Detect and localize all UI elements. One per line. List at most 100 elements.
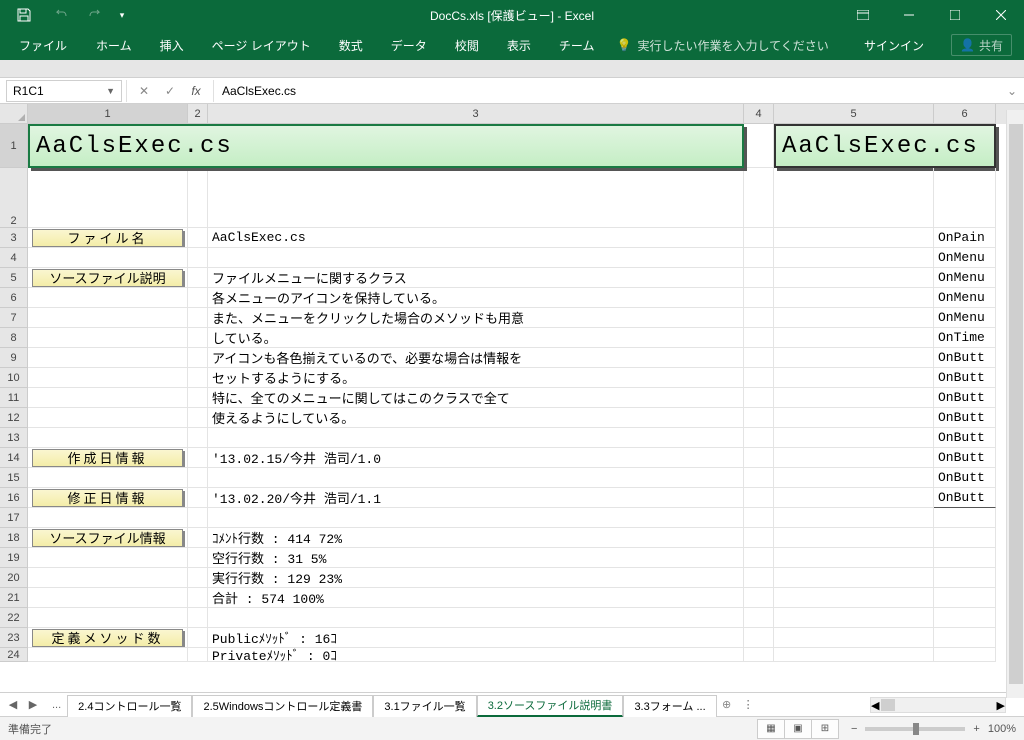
qat-customize-icon[interactable]: ▾ bbox=[114, 1, 130, 29]
cell-value[interactable]: AaClsExec.cs bbox=[208, 228, 744, 248]
select-all[interactable] bbox=[0, 104, 28, 124]
cell[interactable] bbox=[744, 528, 774, 548]
cell[interactable] bbox=[774, 508, 934, 528]
cell[interactable] bbox=[28, 348, 188, 368]
tab-overflow-left[interactable]: ... bbox=[46, 699, 67, 711]
scroll-thumb[interactable] bbox=[881, 699, 895, 711]
row-header[interactable]: 19 bbox=[0, 548, 28, 568]
cell[interactable] bbox=[188, 308, 208, 328]
sheet-tab[interactable]: 3.1ファイル一覧 bbox=[373, 695, 476, 717]
chevron-down-icon[interactable]: ▼ bbox=[106, 86, 115, 96]
cell-value[interactable]: '13.02.15/今井 浩司/1.0 bbox=[208, 448, 744, 468]
tab-insert[interactable]: 挿入 bbox=[146, 30, 198, 60]
cell[interactable] bbox=[774, 488, 934, 508]
cell[interactable] bbox=[744, 228, 774, 248]
cell-value[interactable]: 特に、全てのメニューに関してはこのクラスで全て bbox=[208, 388, 744, 408]
scroll-thumb[interactable] bbox=[1009, 124, 1023, 684]
cell[interactable] bbox=[28, 428, 188, 448]
cell[interactable] bbox=[28, 548, 188, 568]
cell-value[interactable]: Privateﾒｿｯﾄﾞ : 0ｺ bbox=[208, 648, 744, 662]
cell-value[interactable]: ｺﾒﾝﾄ行数 : 414 72% bbox=[208, 528, 744, 548]
col-header-6[interactable]: 6 bbox=[934, 104, 996, 124]
cell[interactable] bbox=[188, 408, 208, 428]
tab-file[interactable]: ファイル bbox=[4, 30, 82, 60]
cell[interactable] bbox=[188, 468, 208, 488]
cell-value[interactable]: 各メニューのアイコンを保持している。 bbox=[208, 288, 744, 308]
cell[interactable] bbox=[188, 608, 208, 628]
cell[interactable] bbox=[188, 528, 208, 548]
cell[interactable] bbox=[774, 228, 934, 248]
cell[interactable] bbox=[774, 348, 934, 368]
cell[interactable] bbox=[744, 508, 774, 528]
cell[interactable] bbox=[744, 628, 774, 648]
cell[interactable] bbox=[28, 408, 188, 428]
row-header[interactable]: 3 bbox=[0, 228, 28, 248]
cell[interactable] bbox=[188, 548, 208, 568]
cell[interactable] bbox=[188, 568, 208, 588]
zoom-thumb[interactable] bbox=[913, 723, 919, 735]
cell[interactable] bbox=[28, 308, 188, 328]
cell[interactable] bbox=[744, 588, 774, 608]
cell[interactable] bbox=[744, 488, 774, 508]
cell[interactable] bbox=[774, 548, 934, 568]
cell[interactable] bbox=[188, 288, 208, 308]
cell[interactable] bbox=[188, 248, 208, 268]
cell[interactable] bbox=[774, 308, 934, 328]
formula-input[interactable]: AaClsExec.cs bbox=[214, 80, 1000, 102]
row-header[interactable]: 5 bbox=[0, 268, 28, 288]
cell[interactable] bbox=[934, 528, 996, 548]
cell[interactable] bbox=[934, 568, 996, 588]
cell[interactable] bbox=[934, 648, 996, 662]
cell[interactable] bbox=[188, 488, 208, 508]
expand-formula-icon[interactable]: ⌄ bbox=[1000, 84, 1024, 98]
sheet-tab[interactable]: 3.3フォーム ... bbox=[623, 695, 716, 717]
cell[interactable]: OnMenu bbox=[934, 268, 996, 288]
tab-home[interactable]: ホーム bbox=[82, 30, 146, 60]
cell-label[interactable]: ソースファイル説明 bbox=[28, 268, 188, 288]
cell[interactable] bbox=[774, 248, 934, 268]
tab-next-icon[interactable]: ▶ bbox=[24, 698, 42, 711]
zoom-in-icon[interactable]: + bbox=[973, 723, 979, 735]
cell[interactable] bbox=[774, 608, 934, 628]
share-button[interactable]: 👤 共有 bbox=[951, 34, 1012, 56]
cell-label[interactable]: 定義メソッド数 bbox=[28, 628, 188, 648]
cell[interactable] bbox=[774, 268, 934, 288]
tab-data[interactable]: データ bbox=[377, 30, 441, 60]
row-header[interactable]: 4 bbox=[0, 248, 28, 268]
cell[interactable]: OnMenu bbox=[934, 248, 996, 268]
cell-value[interactable]: Publicﾒｿｯﾄﾞ : 16ｺ bbox=[208, 628, 744, 648]
cell[interactable] bbox=[744, 368, 774, 388]
cell[interactable] bbox=[188, 168, 208, 228]
cell[interactable] bbox=[208, 428, 744, 448]
col-header-1[interactable]: 1 bbox=[28, 104, 188, 124]
scroll-left-icon[interactable]: ◀ bbox=[871, 699, 879, 712]
cell[interactable] bbox=[744, 388, 774, 408]
vertical-scrollbar[interactable] bbox=[1006, 110, 1024, 698]
cell-value[interactable]: している。 bbox=[208, 328, 744, 348]
cell[interactable] bbox=[188, 328, 208, 348]
cell[interactable] bbox=[208, 248, 744, 268]
cell[interactable] bbox=[28, 608, 188, 628]
cell[interactable] bbox=[774, 408, 934, 428]
cell[interactable] bbox=[934, 508, 996, 528]
cell-value[interactable]: また、メニューをクリックした場合のメソッドも用意 bbox=[208, 308, 744, 328]
name-box[interactable]: R1C1 ▼ bbox=[6, 80, 122, 102]
row-header[interactable]: 17 bbox=[0, 508, 28, 528]
cell-value[interactable]: 合計 : 574 100% bbox=[208, 588, 744, 608]
cell[interactable] bbox=[188, 428, 208, 448]
undo-icon[interactable] bbox=[42, 1, 78, 29]
cell[interactable]: OnButt bbox=[934, 348, 996, 368]
horizontal-scrollbar[interactable]: ◀ ▶ bbox=[870, 697, 1006, 713]
cell[interactable] bbox=[744, 428, 774, 448]
row-header[interactable]: 13 bbox=[0, 428, 28, 448]
tell-me[interactable]: 💡 実行したい作業を入力してください bbox=[616, 37, 828, 54]
cell[interactable] bbox=[188, 388, 208, 408]
cell[interactable] bbox=[28, 368, 188, 388]
minimize-icon[interactable] bbox=[886, 0, 932, 30]
row-header[interactable]: 24 bbox=[0, 648, 28, 662]
cell[interactable] bbox=[28, 508, 188, 528]
cell[interactable] bbox=[188, 268, 208, 288]
cancel-formula-icon[interactable]: ✕ bbox=[131, 80, 157, 102]
tab-pagelayout[interactable]: ページ レイアウト bbox=[198, 30, 325, 60]
cell[interactable] bbox=[774, 628, 934, 648]
